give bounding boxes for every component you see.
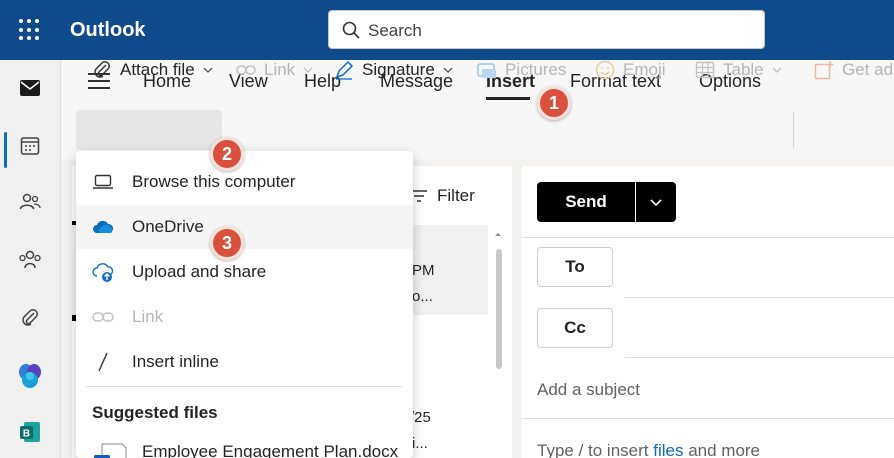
attach-file-label: Attach file bbox=[120, 60, 195, 79]
link-label: Link bbox=[264, 60, 296, 79]
link-icon bbox=[92, 306, 114, 328]
rail-active-indicator bbox=[4, 132, 7, 168]
signature-label: Signature bbox=[362, 60, 435, 79]
scrollbar-thumb[interactable] bbox=[496, 249, 502, 369]
search-input[interactable]: Search bbox=[368, 21, 422, 41]
message-list-scrollbar[interactable] bbox=[489, 225, 507, 458]
menu-divider bbox=[86, 386, 402, 387]
chevron-down-icon bbox=[650, 199, 662, 207]
search-box[interactable]: Search bbox=[328, 10, 765, 49]
chevron-down-icon bbox=[203, 67, 213, 73]
menu-item-upload-share[interactable]: Upload and share bbox=[76, 250, 413, 294]
cloud-upload-icon bbox=[92, 261, 114, 283]
chevron-down-icon bbox=[303, 67, 313, 73]
suggested-file-name: Employee Engagement Plan.docx bbox=[142, 442, 399, 458]
table-label: Table bbox=[723, 60, 764, 79]
get-addins-label: Get ad bbox=[842, 60, 894, 79]
menu-item-label: OneDrive bbox=[132, 217, 204, 236]
pictures-label: Pictures bbox=[505, 60, 567, 79]
toolbar-divider bbox=[793, 112, 794, 148]
compose-divider bbox=[522, 237, 894, 238]
menu-item-browse-computer[interactable]: Browse this computer bbox=[76, 160, 413, 204]
app-rail: B bbox=[0, 60, 61, 458]
list-item-preview: o... bbox=[412, 288, 433, 305]
attach-file-button[interactable] bbox=[76, 110, 222, 150]
bookings-icon[interactable]: B bbox=[14, 416, 46, 448]
cc-button[interactable]: Cc bbox=[537, 308, 613, 348]
body-files-link[interactable]: files bbox=[653, 441, 683, 458]
suggested-files-heading: Suggested files bbox=[92, 403, 218, 422]
list-item-time: PM bbox=[412, 262, 435, 279]
menu-item-label: Browse this computer bbox=[132, 172, 296, 191]
link-tool[interactable]: Link bbox=[236, 50, 313, 90]
list-item-preview: i... bbox=[412, 435, 428, 452]
message-body-input[interactable]: Type / to insert files and more bbox=[537, 441, 760, 458]
to-button[interactable]: To bbox=[537, 247, 613, 287]
step-badge-1: 1 bbox=[537, 86, 571, 120]
attach-file-menu: Browse this computer OneDrive Upload and… bbox=[76, 151, 413, 458]
menu-item-label: Link bbox=[132, 307, 164, 326]
menu-item-insert-inline[interactable]: Insert inline bbox=[76, 340, 413, 384]
compose-divider bbox=[625, 297, 894, 298]
list-item-date: /25 bbox=[410, 409, 431, 426]
app-launcher-icon[interactable] bbox=[19, 19, 41, 41]
compose-divider bbox=[625, 357, 894, 358]
step-badge-2: 2 bbox=[210, 137, 244, 171]
body-placeholder-text: Type / to insert bbox=[537, 441, 654, 458]
emoji-tool[interactable]: Emoji bbox=[595, 50, 666, 90]
picture-icon bbox=[477, 63, 496, 78]
compose-divider bbox=[522, 418, 894, 419]
calendar-icon[interactable] bbox=[14, 130, 46, 162]
link-icon bbox=[236, 65, 256, 75]
slash-icon bbox=[92, 351, 114, 373]
menu-item-label: Insert inline bbox=[132, 352, 219, 371]
search-icon bbox=[342, 21, 360, 39]
suggested-file-item[interactable]: W Employee Engagement Plan.docx bbox=[92, 439, 412, 458]
chevron-down-icon bbox=[443, 67, 453, 73]
step-badge-3: 3 bbox=[210, 226, 244, 260]
groups-icon[interactable] bbox=[14, 244, 46, 276]
laptop-icon bbox=[92, 171, 114, 193]
paperclip-icon bbox=[94, 61, 110, 78]
attachment-icon[interactable] bbox=[14, 302, 46, 334]
send-button[interactable]: Send bbox=[537, 182, 635, 222]
app-title[interactable]: Outlook bbox=[70, 19, 146, 42]
active-tab-indicator bbox=[486, 97, 530, 100]
subject-input[interactable]: Add a subject bbox=[537, 380, 640, 400]
addins-icon bbox=[814, 61, 834, 80]
signature-tool[interactable]: Signature bbox=[334, 50, 453, 90]
send-options-button[interactable] bbox=[636, 182, 676, 222]
microsoft365-icon[interactable] bbox=[14, 360, 46, 392]
body-placeholder-text: and more bbox=[683, 441, 761, 458]
attach-file-tool[interactable]: Attach file bbox=[92, 50, 213, 90]
scroll-up-icon[interactable] bbox=[489, 229, 507, 239]
menu-item-onedrive[interactable]: OneDrive bbox=[76, 205, 413, 249]
mail-icon[interactable] bbox=[14, 72, 46, 104]
menu-item-link[interactable]: Link bbox=[76, 295, 413, 339]
emoji-label: Emoji bbox=[623, 60, 666, 79]
pictures-tool[interactable]: Pictures bbox=[477, 50, 566, 90]
filter-label: Filter bbox=[437, 186, 475, 205]
people-icon[interactable] bbox=[14, 186, 46, 218]
word-file-icon: W bbox=[94, 443, 127, 458]
svg-text:B: B bbox=[23, 429, 30, 440]
table-icon bbox=[695, 61, 715, 79]
emoji-icon bbox=[595, 60, 615, 80]
menu-item-label: Upload and share bbox=[132, 262, 267, 281]
get-addins-tool[interactable]: Get ad bbox=[814, 50, 893, 90]
filter-button[interactable]: Filter bbox=[410, 186, 475, 206]
table-tool[interactable]: Table bbox=[695, 50, 782, 90]
chevron-down-icon bbox=[772, 67, 782, 73]
signature-pen-icon bbox=[335, 60, 354, 80]
onedrive-icon bbox=[92, 216, 114, 238]
